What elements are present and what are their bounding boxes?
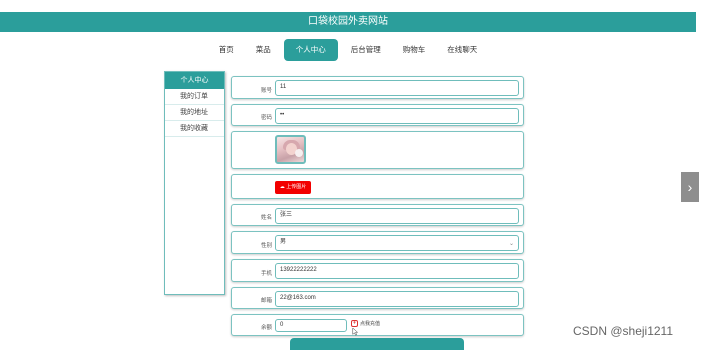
phone-row: 手机 13922222222: [231, 259, 524, 282]
sidebar-item-personal-center[interactable]: 个人中心: [165, 72, 224, 89]
upload-image-label: 上传图片: [286, 184, 307, 190]
watermark: CSDN @sheji1211: [573, 324, 674, 338]
password-row: 密码 ••: [231, 104, 524, 126]
avatar-row: [231, 131, 524, 169]
gender-select[interactable]: 男 ⌄: [275, 235, 519, 251]
profile-form: 账号 11 密码 •• ☁ 上传图片 姓名 张三 性别 男 ⌄ 手机 13922…: [231, 76, 524, 341]
balance-input[interactable]: 0: [275, 319, 347, 332]
mouse-cursor-icon: [352, 328, 359, 336]
upload-image-button[interactable]: ☁ 上传图片: [275, 181, 311, 194]
upload-row: ☁ 上传图片: [231, 174, 524, 199]
recharge-label: 点我充值: [360, 321, 381, 327]
cloud-upload-icon: ☁: [279, 184, 285, 190]
recharge-icon: ¥: [351, 320, 358, 327]
password-input[interactable]: ••: [275, 108, 519, 124]
name-row: 姓名 张三: [231, 204, 524, 226]
sidebar-item-address[interactable]: 我的地址: [165, 105, 224, 121]
email-label: 邮箱: [260, 298, 272, 304]
update-button[interactable]: [290, 338, 464, 350]
account-label: 账号: [260, 88, 272, 94]
sidebar-item-favorites[interactable]: 我的收藏: [165, 121, 224, 137]
site-header: 口袋校园外卖网站: [0, 12, 696, 32]
nav-admin[interactable]: 后台管理: [342, 39, 390, 61]
gender-row: 性别 男 ⌄: [231, 231, 524, 254]
balance-row: 余额 0 ¥ 点我充值: [231, 314, 524, 336]
email-input[interactable]: 22@163.com: [275, 291, 519, 307]
site-title: 口袋校园外卖网站: [308, 16, 388, 27]
nav-personal-center[interactable]: 个人中心: [283, 39, 338, 61]
gender-value: 男: [280, 239, 287, 245]
account-input[interactable]: 11: [275, 80, 519, 96]
nav-cart[interactable]: 购物车: [394, 39, 435, 61]
recharge-button[interactable]: ¥ 点我充值: [351, 320, 380, 327]
password-label: 密码: [260, 115, 272, 121]
chevron-right-icon: ›: [687, 179, 693, 195]
nav-chat[interactable]: 在线聊天: [438, 39, 486, 61]
avatar: [275, 135, 306, 164]
sidebar-item-orders[interactable]: 我的订单: [165, 89, 224, 105]
nav-home[interactable]: 首页: [210, 39, 243, 61]
phone-label: 手机: [260, 271, 272, 277]
gender-label: 性别: [260, 243, 272, 249]
phone-input[interactable]: 13922222222: [275, 263, 519, 279]
next-page-button[interactable]: ›: [681, 172, 699, 202]
main-nav: 首页 菜品 个人中心 后台管理 购物车 在线聊天: [0, 38, 696, 62]
balance-label: 余额: [260, 325, 272, 331]
email-row: 邮箱 22@163.com: [231, 287, 524, 309]
chevron-down-icon: ⌄: [508, 241, 514, 247]
account-row: 账号 11: [231, 76, 524, 99]
name-label: 姓名: [260, 215, 272, 221]
nav-dishes[interactable]: 菜品: [247, 39, 280, 61]
personal-sidebar: 个人中心 我的订单 我的地址 我的收藏: [164, 71, 225, 295]
name-input[interactable]: 张三: [275, 208, 519, 224]
